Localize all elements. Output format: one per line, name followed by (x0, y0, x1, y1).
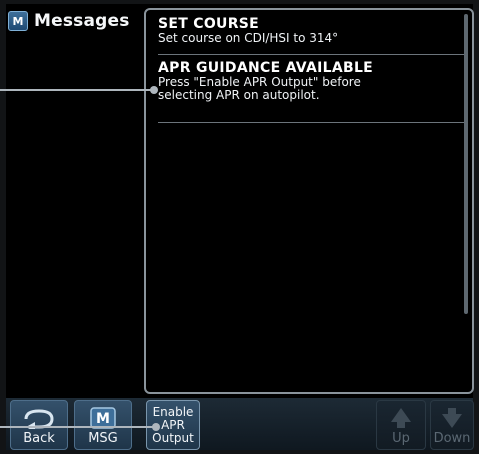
callout-dot (150, 86, 158, 94)
back-button[interactable]: Back (10, 400, 68, 450)
message-title: APR GUIDANCE AVAILABLE (158, 60, 374, 76)
up-label: Up (392, 431, 410, 446)
down-arrow-icon (442, 408, 462, 428)
message-list[interactable]: SET COURSE Set course on CDI/HSI to 314°… (144, 8, 474, 394)
apr-label-line: Output (152, 430, 194, 445)
svg-text:M: M (96, 411, 110, 427)
message-body-line: selecting APR on autopilot. (158, 88, 320, 102)
up-button[interactable]: Up (376, 400, 426, 450)
message-body-line: Set course on CDI/HSI to 314° (158, 31, 339, 45)
up-arrow-icon (391, 408, 411, 428)
message-item[interactable]: SET COURSE Set course on CDI/HSI to 314° (158, 16, 458, 45)
callout-dot (152, 423, 160, 431)
message-divider (158, 54, 468, 55)
apr-label-line: Enable (152, 404, 194, 419)
callout-line (0, 89, 153, 91)
msg-button[interactable]: M MSG (74, 400, 132, 450)
back-label: Back (23, 431, 55, 446)
page-title: Messages (34, 11, 130, 31)
down-button[interactable]: Down (430, 400, 474, 450)
message-item[interactable]: APR GUIDANCE AVAILABLE Press "Enable APR… (158, 60, 458, 102)
msg-label: MSG (88, 431, 118, 446)
callout-line (0, 426, 155, 428)
page-header: M Messages (8, 8, 144, 34)
message-title: SET COURSE (158, 16, 260, 32)
message-divider (158, 122, 468, 123)
messages-m-icon: M (8, 11, 28, 31)
apr-label-line: APR (161, 417, 185, 432)
scrollbar[interactable] (464, 14, 468, 314)
down-label: Down (433, 431, 471, 446)
